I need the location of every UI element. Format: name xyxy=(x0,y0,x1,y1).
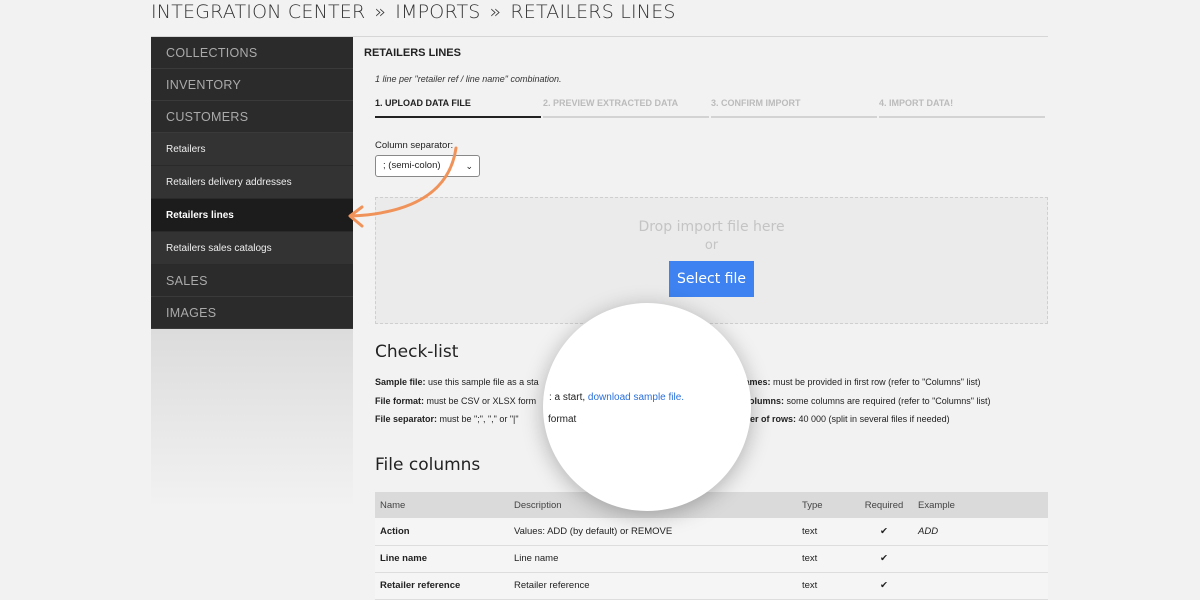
annotation-arrow-icon xyxy=(348,146,458,228)
